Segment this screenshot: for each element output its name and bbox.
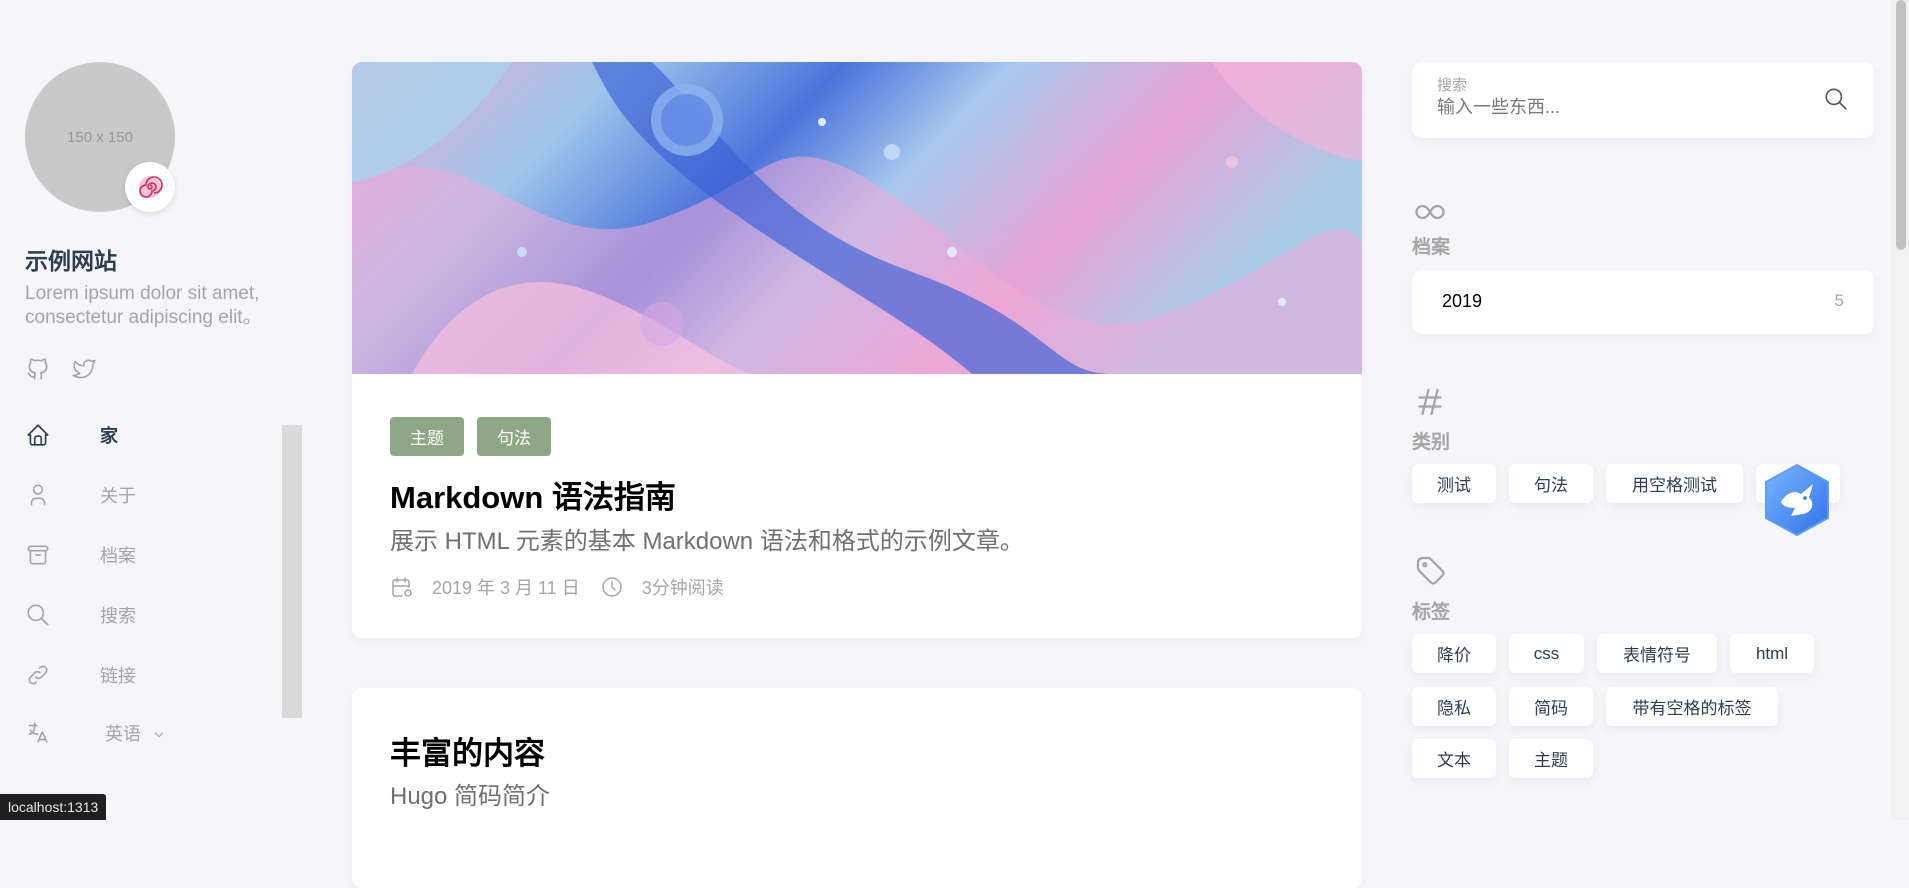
tag-syntax[interactable]: 句法 xyxy=(477,417,551,456)
tag-chip[interactable]: html xyxy=(1730,634,1814,673)
language-label: 英语 xyxy=(105,724,141,744)
article-subtitle: 展示 HTML 元素的基本 Markdown 语法和格式的示例文章。 xyxy=(390,528,1024,555)
menu-item-home[interactable]: 家 xyxy=(25,420,245,450)
menu-label-links: 链接 xyxy=(100,666,136,686)
spiral-emoji-icon xyxy=(125,162,175,212)
article-tags: 主题 句法 xyxy=(390,417,551,456)
article-card[interactable]: 主题 句法 Markdown 语法指南 展示 HTML 元素的基本 Markdo… xyxy=(352,62,1362,638)
menu-label-search: 搜索 xyxy=(100,606,136,626)
tag-chip[interactable]: css xyxy=(1509,634,1584,673)
category-chip[interactable]: 句法 xyxy=(1509,464,1593,503)
archive-count: 5 xyxy=(1834,291,1844,310)
search-icon[interactable] xyxy=(1823,86,1849,112)
article-meta: 2019 年 3 月 11 日 3分钟阅读 xyxy=(390,574,744,600)
menu-scrollbar[interactable] xyxy=(282,425,302,718)
social-links xyxy=(25,356,97,382)
github-icon[interactable] xyxy=(25,356,51,382)
search-label: 搜索 xyxy=(1437,77,1468,94)
tag-chip[interactable]: 简码 xyxy=(1509,687,1593,726)
article-card[interactable]: 丰富的内容 Hugo 简码简介 xyxy=(352,688,1362,888)
avatar-placeholder-text: 150 x 150 xyxy=(67,128,133,146)
language-icon xyxy=(25,720,51,746)
floating-bird-badge-icon[interactable] xyxy=(1761,462,1833,538)
article-date: 2019 年 3 月 11 日 xyxy=(432,578,580,598)
link-icon xyxy=(25,662,51,688)
article-title[interactable]: 丰富的内容 xyxy=(390,728,545,773)
tag-chip[interactable]: 隐私 xyxy=(1412,687,1496,726)
site-description: Lorem ipsum dolor sit amet, consectetur … xyxy=(25,283,262,328)
language-selector[interactable]: 英语 xyxy=(25,718,245,748)
infinity-icon xyxy=(1412,194,1448,230)
tag-chip[interactable]: 降价 xyxy=(1412,634,1496,673)
tag-chip[interactable]: 文本 xyxy=(1412,739,1496,778)
menu-item-about[interactable]: 关于 xyxy=(25,480,245,510)
article-cover-image[interactable] xyxy=(352,62,1362,374)
categories-title: 类别 xyxy=(1412,432,1451,453)
archive-year: 2019 xyxy=(1442,291,1483,311)
menu-item-search[interactable]: 搜索 xyxy=(25,600,245,630)
tag-chip[interactable]: 带有空格的标签 xyxy=(1606,687,1778,726)
status-bar-url: localhost:1313 xyxy=(0,794,107,820)
menu-item-links[interactable]: 链接 xyxy=(25,660,245,690)
search-widget: 搜索 xyxy=(1412,62,1874,138)
article-title[interactable]: Markdown 语法指南 xyxy=(390,472,676,517)
article-read-time: 3分钟阅读 xyxy=(641,578,724,598)
tag-icon xyxy=(1412,552,1448,588)
user-icon xyxy=(25,482,51,508)
page-scrollbar[interactable] xyxy=(1891,0,1909,820)
clock-icon xyxy=(600,575,624,599)
category-chip[interactable]: 测试 xyxy=(1412,464,1496,503)
menu-label-archives: 档案 xyxy=(100,546,136,566)
page-scrollbar-thumb[interactable] xyxy=(1896,0,1906,250)
tag-chip[interactable]: 主题 xyxy=(1509,739,1593,778)
tag-theme[interactable]: 主题 xyxy=(390,417,464,456)
chevron-down-icon xyxy=(154,732,164,738)
home-icon xyxy=(25,422,51,448)
tag-chip[interactable]: 表情符号 xyxy=(1597,634,1717,673)
hashtag-icon xyxy=(1412,384,1448,420)
search-icon xyxy=(25,602,51,628)
tags-title: 标签 xyxy=(1412,602,1451,623)
site-title[interactable]: 示例网站 xyxy=(25,242,117,276)
archive-item-2019[interactable]: 2019 5 xyxy=(1412,270,1874,334)
category-chip[interactable]: 用空格测试 xyxy=(1606,464,1743,503)
menu-item-archives[interactable]: 档案 xyxy=(25,540,245,570)
menu-label-home: 家 xyxy=(100,426,118,446)
calendar-icon xyxy=(390,575,414,599)
archives-title: 档案 xyxy=(1412,237,1451,258)
menu-label-about: 关于 xyxy=(100,486,136,506)
twitter-icon[interactable] xyxy=(71,356,97,382)
article-subtitle: Hugo 简码简介 xyxy=(390,783,551,810)
search-input[interactable] xyxy=(1437,97,1817,118)
archive-icon xyxy=(25,542,51,568)
